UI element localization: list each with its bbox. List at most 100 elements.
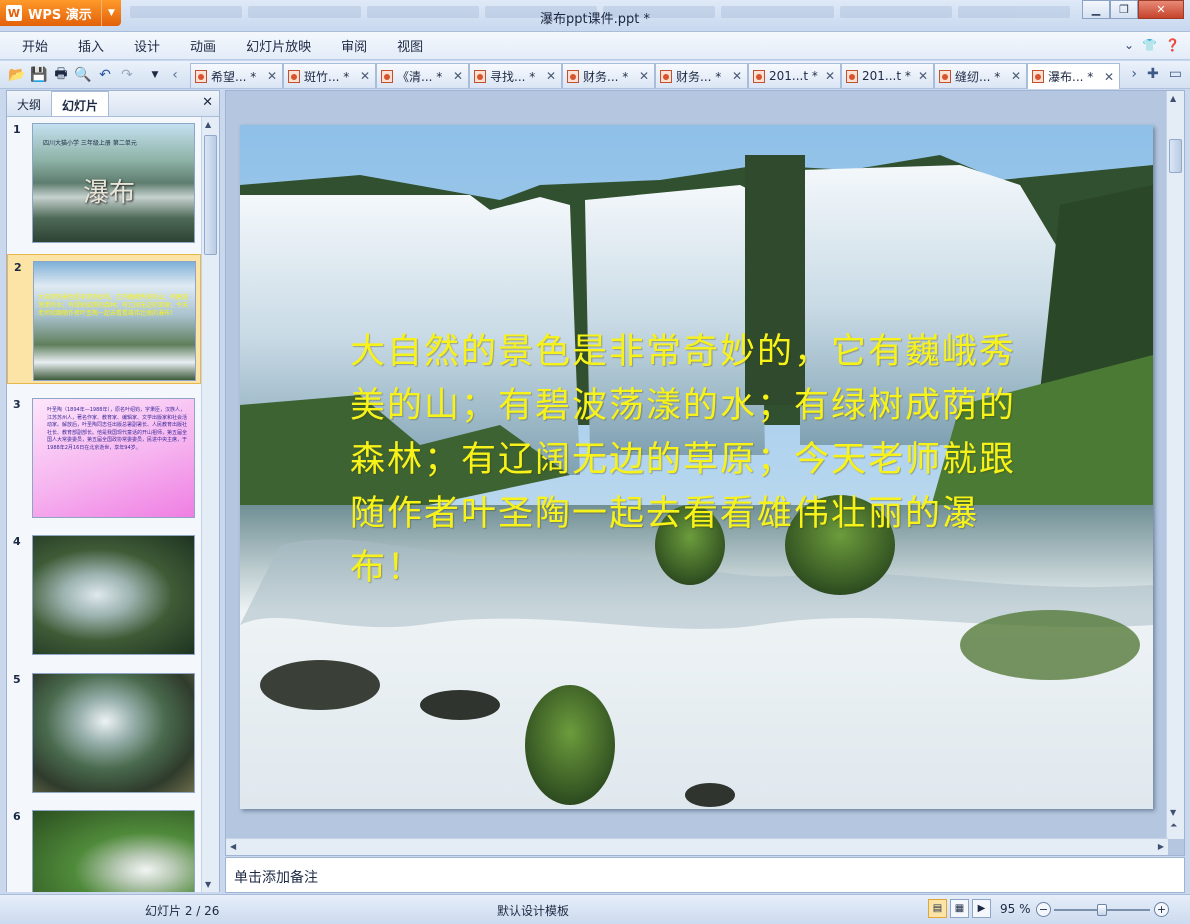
scroll-up-icon[interactable]: ▲ xyxy=(205,120,211,129)
editor-vertical-scrollbar[interactable]: ▲ ▼ ⏶ xyxy=(1166,91,1184,839)
slide-thumbnail[interactable]: 3 叶圣陶（1894年—1988年），原名叶绍钧，字秉臣，汉族人，江苏苏州人，著… xyxy=(7,392,201,522)
zoom-slider[interactable]: − + xyxy=(1036,901,1171,919)
close-tab-icon[interactable]: ✕ xyxy=(266,69,278,83)
maximize-button[interactable]: ❐ xyxy=(1110,0,1138,19)
slide-sorter-icon[interactable]: ▦ xyxy=(950,899,969,918)
menu-design[interactable]: 设计 xyxy=(119,36,175,55)
slide-body-text[interactable]: 大自然的景色是非常奇妙的，它有巍峨秀美的山；有碧波荡漾的水；有绿树成荫的森林；有… xyxy=(350,325,1050,595)
editor-horizontal-scrollbar[interactable]: ◀ ▶ xyxy=(226,838,1168,855)
doc-tab[interactable]: 斑竹... * ✕ xyxy=(283,63,376,88)
close-tab-icon[interactable]: ✕ xyxy=(731,69,743,83)
doc-tab[interactable]: 财务... * ✕ xyxy=(562,63,655,88)
slide-thumbnail[interactable]: 4 xyxy=(7,529,201,659)
doc-tab[interactable]: 《清... * ✕ xyxy=(376,63,469,88)
print-preview-icon[interactable]: 🔍 xyxy=(74,66,92,84)
scroll-up-icon[interactable]: ▲ xyxy=(1170,94,1176,103)
slideshow-view-icon[interactable]: ▶ xyxy=(972,899,991,918)
ppt-file-icon xyxy=(846,69,858,83)
minimize-button[interactable]: ▁ xyxy=(1082,0,1110,19)
quick-toolbar: 📂 💾 🖶 🔍 ↶ ↷ ▼ ‹ 希望... * ✕ 斑竹... * ✕ 《清... … xyxy=(0,61,1190,89)
slide-thumbnail[interactable]: 5 xyxy=(7,667,201,797)
menu-home[interactable]: 开始 xyxy=(0,36,63,55)
menu-bar: 开始 插入 设计 动画 幻灯片放映 审阅 视图 ⌄ 👕 ❓ xyxy=(0,32,1190,60)
zoom-level[interactable]: 95 % xyxy=(1000,902,1031,916)
new-tab-icon[interactable]: ✚ xyxy=(1147,66,1159,82)
ppt-file-icon xyxy=(567,69,579,83)
menu-view[interactable]: 视图 xyxy=(382,36,438,55)
design-template[interactable]: 默认设计模板 xyxy=(497,902,569,919)
close-tab-icon[interactable]: ✕ xyxy=(545,69,557,83)
window-title: 瀑布ppt课件.ppt * xyxy=(540,12,650,27)
menu-right-controls: ⌄ 👕 ❓ xyxy=(1124,38,1180,52)
redo-icon[interactable]: ↷ xyxy=(118,66,136,84)
ppt-file-icon xyxy=(474,69,486,83)
zoom-out-icon[interactable]: − xyxy=(1036,902,1051,917)
zoom-knob[interactable] xyxy=(1097,904,1107,916)
scroll-thumb[interactable] xyxy=(1169,139,1182,173)
normal-view-icon[interactable]: ▤ xyxy=(928,899,947,918)
close-button[interactable]: ✕ xyxy=(1138,0,1184,19)
previous-slide-icon[interactable]: ⏶ xyxy=(1170,821,1177,831)
ppt-file-icon xyxy=(939,69,951,83)
scroll-right-icon[interactable]: ▶ xyxy=(1158,842,1164,851)
tab-slides[interactable]: 幻灯片 xyxy=(51,91,110,116)
thumbnail-image xyxy=(32,810,195,892)
thumbnail-image: 叶圣陶（1894年—1988年），原名叶绍钧，字秉臣，汉族人，江苏苏州人，著名作… xyxy=(32,398,195,518)
undo-icon[interactable]: ↶ xyxy=(96,66,114,84)
scroll-left-icon[interactable]: ◀ xyxy=(230,842,236,851)
current-slide[interactable]: 大自然的景色是非常奇妙的，它有巍峨秀美的山；有碧波荡漾的水；有绿树成荫的森林；有… xyxy=(240,125,1153,809)
slide-editor: 大自然的景色是非常奇妙的，它有巍峨秀美的山；有碧波荡漾的水；有绿树成荫的森林；有… xyxy=(225,90,1185,856)
pane-tabs: 大纲 幻灯片 ✕ xyxy=(7,91,219,117)
open-folder-icon[interactable]: 📂 xyxy=(8,66,26,84)
help-icon[interactable]: ❓ xyxy=(1165,38,1180,52)
doc-tab[interactable]: 寻找... * ✕ xyxy=(469,63,562,88)
ppt-file-icon xyxy=(195,69,207,83)
tab-scroll-right-icon[interactable]: › xyxy=(1131,66,1137,82)
slide-thumbnail[interactable]: 6 xyxy=(7,804,201,892)
doc-tab[interactable]: 缝纫... * ✕ xyxy=(934,63,1027,88)
scroll-down-icon[interactable]: ▼ xyxy=(1170,808,1176,817)
save-icon[interactable]: 💾 xyxy=(30,66,48,84)
doc-tab[interactable]: 201...t * ✕ xyxy=(841,63,934,88)
tab-outline[interactable]: 大纲 xyxy=(7,91,51,116)
notes-pane[interactable]: 单击添加备注 xyxy=(225,857,1185,893)
menu-animation[interactable]: 动画 xyxy=(175,36,231,55)
slide-thumbnail-selected[interactable]: 2 大自然的景色是非常奇妙的，它有巍峨秀美的山；有碧波荡漾的水；有绿树成荫的森林… xyxy=(7,254,201,384)
doc-tab[interactable]: 201...t * ✕ xyxy=(748,63,841,88)
restore-tabs-icon[interactable]: ▭ xyxy=(1169,66,1182,82)
ppt-file-icon xyxy=(1032,70,1044,83)
close-tab-icon[interactable]: ✕ xyxy=(917,69,929,83)
close-tab-icon[interactable]: ✕ xyxy=(638,69,650,83)
scroll-down-icon[interactable]: ▼ xyxy=(205,880,211,889)
doc-tab-active[interactable]: 瀑布... * ✕ xyxy=(1027,63,1120,89)
thumbnail-image: 四川大猫小学 三年级上册 第二单元 瀑布 xyxy=(32,123,195,243)
doc-tab[interactable]: 财务... * ✕ xyxy=(655,63,748,88)
slide-thumbnails: 1 四川大猫小学 三年级上册 第二单元 瀑布 2 大自然的景色是非常奇妙的，它有… xyxy=(7,117,201,892)
thumbnail-image xyxy=(32,673,195,793)
close-tab-icon[interactable]: ✕ xyxy=(1103,70,1115,84)
thumbnails-scrollbar[interactable]: ▲ ▼ xyxy=(201,117,219,892)
tab-controls: › ✚ ▭ xyxy=(1131,66,1182,82)
doc-tab[interactable]: 希望... * ✕ xyxy=(190,63,283,88)
menu-insert[interactable]: 插入 xyxy=(63,36,119,55)
slide-thumbnail[interactable]: 1 四川大猫小学 三年级上册 第二单元 瀑布 xyxy=(7,117,201,247)
close-tab-icon[interactable]: ✕ xyxy=(452,69,464,83)
ppt-file-icon xyxy=(381,69,393,83)
chevron-down-icon[interactable]: ⌄ xyxy=(1124,38,1134,52)
tab-scroll-left-icon[interactable]: ‹ xyxy=(166,66,184,84)
close-tab-icon[interactable]: ✕ xyxy=(824,69,836,83)
notes-placeholder: 单击添加备注 xyxy=(234,870,318,886)
menu-slideshow[interactable]: 幻灯片放映 xyxy=(231,36,326,55)
print-icon[interactable]: 🖶 xyxy=(52,66,70,84)
menu-review[interactable]: 审阅 xyxy=(326,36,382,55)
thumbnail-image: 大自然的景色是非常奇妙的，它有巍峨秀美的山；有碧波荡漾的水；有绿树成荫的森林；有… xyxy=(33,261,196,381)
skin-shirt-icon[interactable]: 👕 xyxy=(1142,38,1157,52)
close-pane-icon[interactable]: ✕ xyxy=(202,95,213,110)
close-tab-icon[interactable]: ✕ xyxy=(359,69,371,83)
close-tab-icon[interactable]: ✕ xyxy=(1010,69,1022,83)
customize-chevron-icon[interactable]: ▼ xyxy=(146,66,164,84)
ppt-file-icon xyxy=(753,69,765,83)
view-buttons: ▤ ▦ ▶ xyxy=(928,899,991,918)
scroll-thumb[interactable] xyxy=(204,135,217,255)
zoom-in-icon[interactable]: + xyxy=(1154,902,1169,917)
